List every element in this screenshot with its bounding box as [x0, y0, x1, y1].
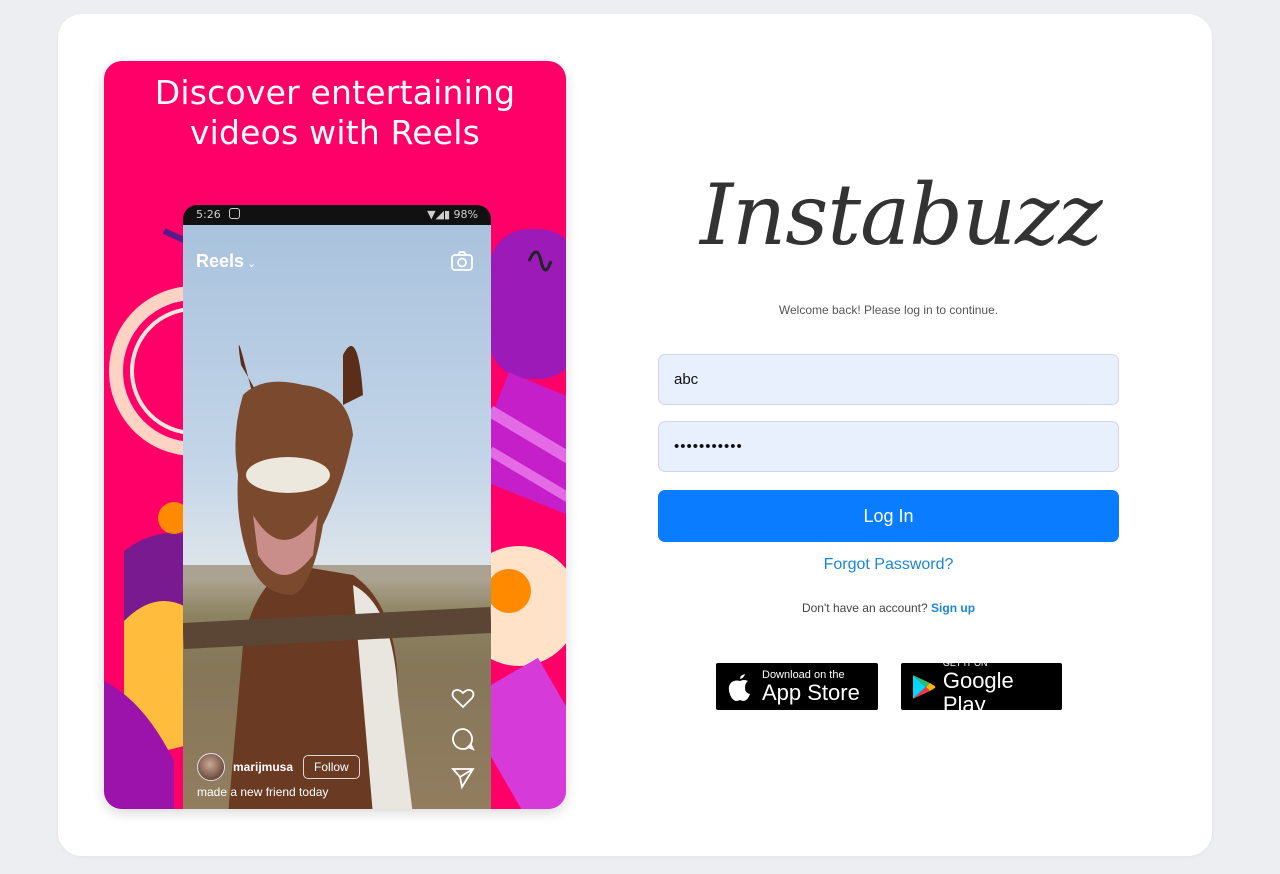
app-store-small-text: Download on the	[762, 668, 845, 681]
instagram-status-icon	[229, 208, 240, 219]
app-store-big-text: App Store	[762, 679, 860, 705]
google-play-icon	[912, 674, 936, 699]
login-button[interactable]: Log In	[658, 490, 1119, 542]
reel-caption: made a new friend today	[197, 785, 329, 799]
reels-label: Reels	[196, 251, 245, 271]
google-small-text: GET IT ON	[942, 657, 988, 668]
forgot-password-link[interactable]: Forgot Password?	[658, 556, 1119, 574]
signup-prompt: Don't have an account? Sign up	[658, 601, 1119, 615]
reels-header[interactable]: Reels ⌄	[196, 251, 256, 272]
google-big-text: Google Play	[942, 667, 1014, 717]
google-play-badge[interactable]: GET IT ON Google Play	[901, 658, 1062, 716]
phone-status-bar: 5:26 ▼◢▮ 98%	[183, 205, 491, 225]
avatar[interactable]	[197, 753, 225, 781]
username-input[interactable]	[658, 354, 1119, 405]
chevron-down-icon: ⌄	[247, 258, 257, 270]
reel-author: marijmusa Follow	[197, 752, 360, 782]
phone-mockup: 5:26 ▼◢▮ 98% Reels ⌄ marijmusa Follow ma…	[183, 205, 491, 809]
brand-logo: Instabuzz	[700, 166, 1103, 264]
username[interactable]: marijmusa	[233, 760, 293, 774]
apple-icon	[728, 673, 750, 701]
heart-icon[interactable]	[451, 687, 477, 727]
no-account-text: Don't have an account?	[801, 601, 928, 615]
share-icon[interactable]	[451, 767, 477, 807]
battery-percent: 98%	[453, 208, 478, 221]
reels-promo-panel: Discover entertaining videos with Reels …	[104, 61, 566, 809]
follow-button[interactable]: Follow	[303, 755, 360, 779]
signup-link[interactable]: Sign up	[931, 601, 975, 615]
status-time: 5:26	[196, 208, 221, 221]
comment-icon[interactable]	[451, 727, 477, 767]
reel-video: Reels ⌄ marijmusa Follow made a new frie…	[183, 225, 491, 809]
camera-icon[interactable]	[451, 251, 473, 271]
welcome-text: Welcome back! Please log in to continue.	[778, 303, 999, 317]
app-store-badge[interactable]: Download on the App Store	[716, 663, 878, 710]
promo-title: Discover entertaining videos with Reels	[154, 73, 516, 152]
battery-status: ▼◢▮ 98%	[427, 208, 478, 221]
password-input[interactable]	[658, 421, 1119, 472]
horse-image	[183, 345, 491, 809]
reel-actions	[451, 687, 477, 807]
